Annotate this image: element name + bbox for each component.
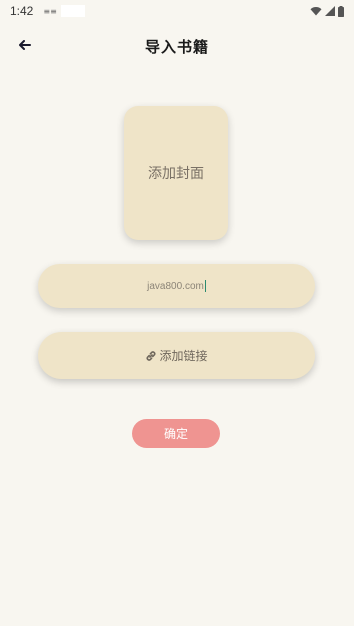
signal-icon bbox=[325, 6, 335, 16]
confirm-button[interactable]: 确定 bbox=[132, 419, 220, 448]
confirm-label: 确定 bbox=[163, 427, 188, 441]
page-title: 导入书籍 bbox=[144, 37, 209, 56]
add-cover-label: 添加封面 bbox=[148, 166, 204, 182]
text-caret bbox=[204, 280, 206, 292]
notification-placeholder bbox=[60, 5, 85, 17]
link-icon bbox=[145, 350, 157, 362]
add-link-button[interactable]: 添加链接 bbox=[38, 332, 315, 379]
url-input[interactable]: java800.com bbox=[38, 264, 315, 308]
status-bar: 1:42 ≡≡ bbox=[0, 0, 354, 22]
header: 导入书籍 bbox=[0, 30, 354, 62]
battery-icon bbox=[338, 5, 344, 17]
status-icons bbox=[310, 5, 344, 17]
add-link-label: 添加链接 bbox=[159, 349, 208, 363]
arrow-left-icon bbox=[19, 40, 31, 50]
add-cover-button[interactable]: 添加封面 bbox=[124, 106, 228, 240]
notification-icon: ≡≡ bbox=[43, 6, 57, 16]
url-input-value: java800.com bbox=[147, 280, 204, 292]
wifi-icon bbox=[310, 7, 322, 16]
status-time: 1:42 bbox=[10, 4, 34, 18]
back-button[interactable] bbox=[14, 34, 36, 56]
